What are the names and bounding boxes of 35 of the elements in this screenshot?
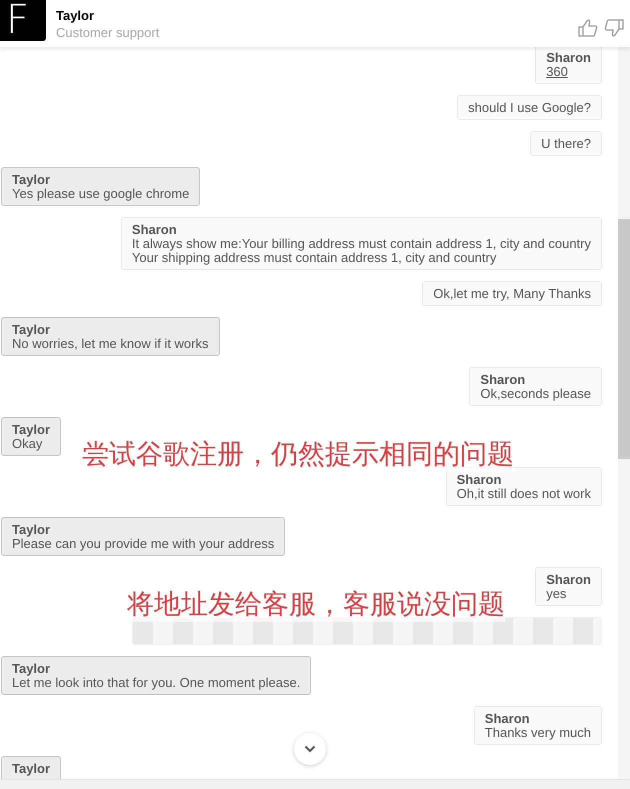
message-text: Yes please use google chrome bbox=[12, 187, 190, 201]
message-text: Please can you provide me with your address bbox=[12, 537, 274, 551]
sender-name: Taylor bbox=[12, 173, 52, 187]
sender-name: Sharon bbox=[132, 223, 178, 237]
chevron-down-icon bbox=[304, 745, 316, 753]
thumbs-up-icon[interactable] bbox=[578, 18, 598, 36]
message-text: Your shipping address must contain address 1, city and country bbox=[132, 251, 498, 265]
scrollbar[interactable] bbox=[618, 47, 630, 779]
agent-name: Taylor bbox=[56, 8, 96, 22]
message-text: Let me look into that for you. One moment please. bbox=[12, 676, 300, 690]
sender-name: Sharon bbox=[480, 373, 526, 387]
message-text: Oh,it still does not work bbox=[456, 487, 591, 501]
message-text: Okay bbox=[12, 437, 42, 451]
message-text: should I use Google? bbox=[468, 101, 591, 115]
sender-name: Sharon bbox=[456, 473, 502, 487]
sender-name: Taylor bbox=[12, 662, 52, 676]
message-text: yes bbox=[546, 587, 568, 601]
sender-name: Sharon bbox=[546, 51, 591, 65]
message-text: Thanks very much bbox=[484, 726, 591, 740]
message-link[interactable]: 360 bbox=[546, 65, 591, 79]
sender-name: Taylor bbox=[12, 423, 50, 437]
agent-role: Customer support bbox=[56, 24, 160, 40]
message-text: No worries, let me know if it works bbox=[12, 337, 208, 351]
sender-name: Taylor bbox=[12, 762, 50, 776]
logo: F bbox=[0, 0, 46, 41]
sender-name: Sharon bbox=[484, 712, 531, 726]
sender-name: Taylor bbox=[12, 523, 52, 537]
scroll-down-button[interactable] bbox=[294, 733, 326, 765]
message-text: Ok,let me try, Many Thanks bbox=[433, 287, 591, 301]
message-text: U there? bbox=[541, 137, 591, 151]
thumbs-down-icon[interactable] bbox=[604, 18, 624, 36]
sender-name: Sharon bbox=[546, 573, 591, 587]
sender-name: Taylor bbox=[12, 323, 52, 337]
message-text: Ok,seconds please bbox=[480, 387, 591, 401]
message-text: It always show me:Your billing address must contain address 1, city and country bbox=[132, 237, 591, 251]
